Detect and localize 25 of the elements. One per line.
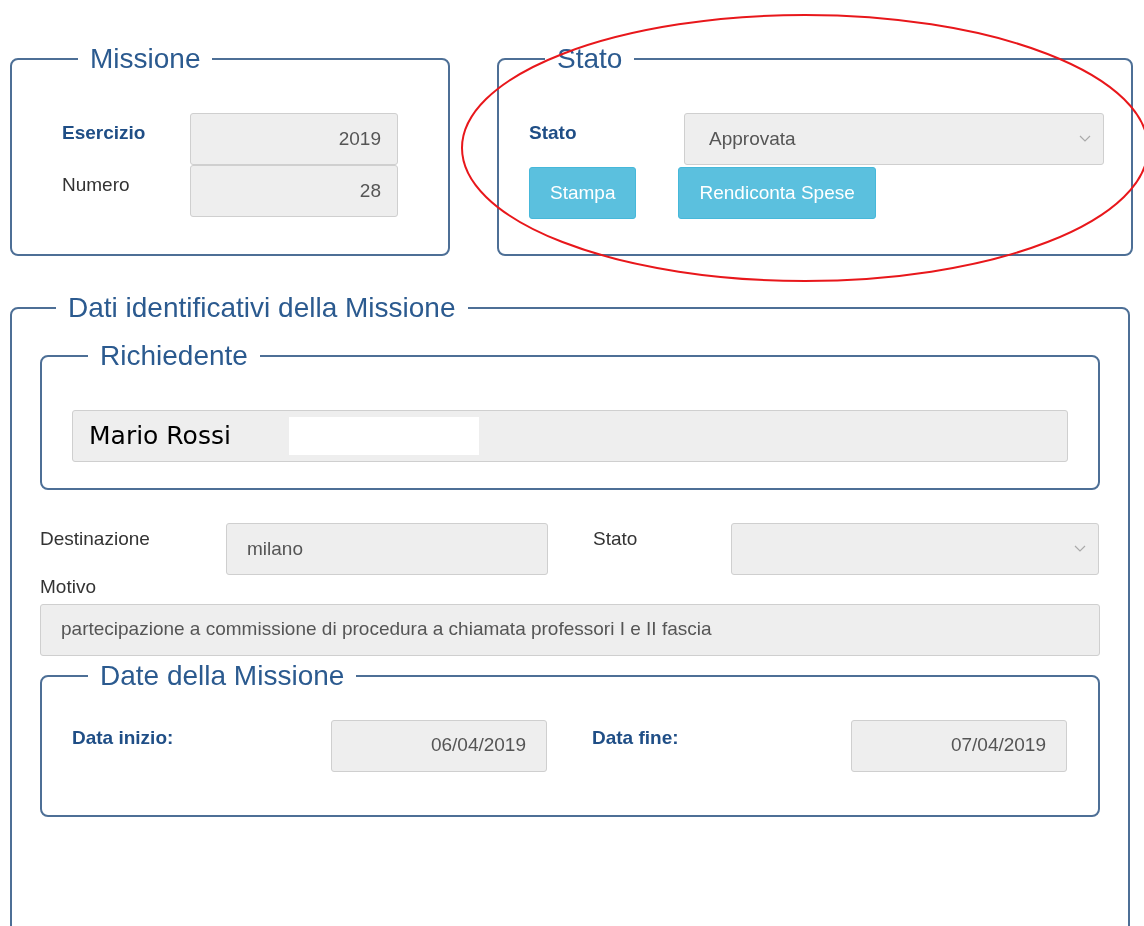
field-label: Stato — [529, 121, 578, 145]
input-field[interactable]: 28 — [190, 165, 398, 217]
field-label: Destinazione — [40, 527, 151, 551]
chevron-down-icon — [1074, 545, 1086, 553]
input-field[interactable]: milano — [226, 523, 548, 575]
input-field[interactable]: Mario Rossi — [72, 410, 1068, 462]
status-select[interactable]: Approvata — [684, 113, 1104, 165]
date-field[interactable]: 07/04/2019 — [851, 719, 1067, 772]
field-label: Stato — [593, 527, 639, 551]
input-field[interactable]: partecipazione a commissione di procedura a chiamata professori I e II fascia — [40, 603, 1100, 656]
field-label: Esercizio — [62, 121, 147, 145]
panel-title: Date della Missione — [99, 661, 346, 690]
field-label: Numero — [62, 173, 131, 197]
field-label: Data fine: — [592, 725, 680, 750]
panel-title: Richiedente — [99, 342, 249, 370]
chevron-down-icon — [1079, 135, 1091, 143]
name-text: Mario Rossi — [89, 420, 231, 453]
status-select[interactable] — [731, 523, 1099, 575]
field-label: Motivo — [40, 575, 97, 599]
panel-title: Stato — [556, 45, 624, 73]
panel-title: Dati identificativi della Missione — [67, 294, 457, 322]
field-label: Data inizio: — [72, 725, 175, 750]
date-field[interactable]: 06/04/2019 — [331, 719, 547, 772]
panel-title: Missione — [89, 45, 202, 73]
input-field[interactable]: 2019 — [190, 113, 398, 165]
